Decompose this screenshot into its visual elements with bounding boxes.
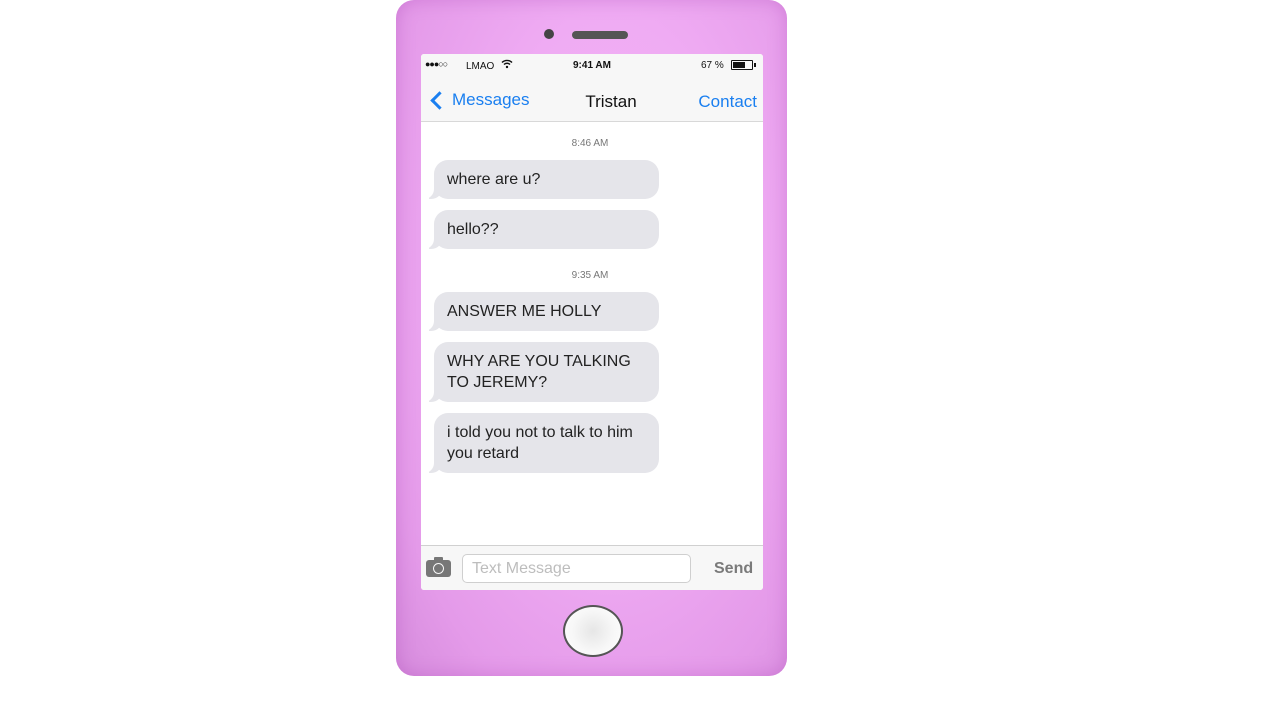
camera-icon-lens — [433, 563, 444, 574]
phone-body: ●●●○○ LMAO 9:41 AM 67 % Messages Tristan… — [396, 0, 787, 676]
incoming-message: i told you not to talk to him you retard — [423, 413, 659, 473]
navigation-bar: Messages Tristan Contact — [421, 78, 763, 122]
camera-icon[interactable] — [426, 557, 451, 577]
front-camera — [544, 29, 554, 39]
home-button[interactable] — [563, 605, 623, 657]
text-message-input[interactable] — [462, 554, 691, 583]
incoming-message: ANSWER ME HOLLY — [423, 292, 659, 331]
message-text: ANSWER ME HOLLY — [447, 303, 602, 320]
phone-screen: ●●●○○ LMAO 9:41 AM 67 % Messages Tristan… — [421, 54, 763, 590]
earpiece-speaker — [572, 31, 628, 39]
battery-percent: 67 % — [701, 60, 724, 71]
camera-icon-top — [434, 557, 443, 561]
message-input-bar: Send — [421, 545, 763, 590]
status-bar: ●●●○○ LMAO 9:41 AM 67 % — [421, 54, 763, 78]
battery-icon — [731, 60, 756, 70]
incoming-message: where are u? — [423, 160, 659, 199]
battery-level — [733, 62, 745, 68]
send-button[interactable]: Send — [714, 560, 753, 578]
message-text: WHY ARE YOU TALKING TO JEREMY? — [447, 353, 631, 391]
contact-button[interactable]: Contact — [698, 92, 757, 112]
message-text: where are u? — [447, 171, 541, 188]
message-text: hello?? — [447, 221, 499, 238]
message-timestamp: 8:46 AM — [571, 138, 609, 149]
message-timestamp: 9:35 AM — [571, 270, 609, 281]
message-text: i told you not to talk to him you retard — [447, 424, 633, 462]
incoming-message: WHY ARE YOU TALKING TO JEREMY? — [423, 342, 659, 402]
incoming-message: hello?? — [423, 210, 659, 249]
